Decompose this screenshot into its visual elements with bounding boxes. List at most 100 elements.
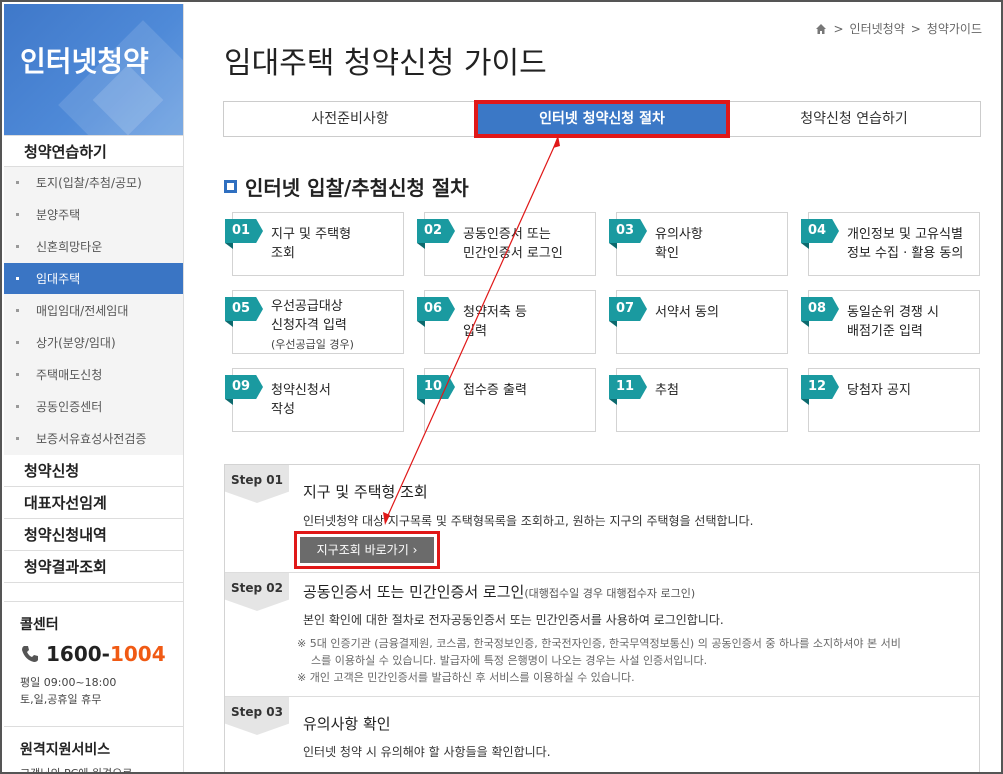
call-center-box: 콜센터 1600- 1004 평일 09:00~18:00 토,일,공휴일 휴무 <box>4 601 183 720</box>
step-badge: Step 03 <box>225 697 289 735</box>
card-line: 청약저축 등 <box>463 305 527 320</box>
card-line: 서약서 동의 <box>655 305 719 320</box>
step-note: ※ 5대 인증기관 (금융결제원, 코스콤, 한국정보인증, 한국전자인증, 한… <box>297 637 901 650</box>
card-line: 입력 <box>463 324 487 339</box>
step-02: Step 02 공동인증서 또는 민간인증서 로그인(대행접수일 경우 대행접수… <box>225 573 979 697</box>
submenu-guarantee-check[interactable]: 보증서유효성사전검증 <box>4 423 183 455</box>
card-line: 지구 및 주택형 <box>271 227 352 242</box>
tab-preparation[interactable]: 사전준비사항 <box>224 102 476 136</box>
card-number-badge: 05 <box>225 297 263 321</box>
tab-apply-procedure[interactable]: 인터넷 청약신청 절차 <box>474 100 730 138</box>
procedure-card: 10 접수증 출력 <box>417 368 596 432</box>
step-desc: 인터넷청약 대상 지구목록 및 주택형목록을 조회하고, 원하는 지구의 주택형… <box>303 514 754 528</box>
step-title: 유의사항 확인 <box>303 715 391 733</box>
home-icon[interactable] <box>815 23 827 35</box>
card-line: 작성 <box>271 402 295 417</box>
procedure-card: 04 개인정보 및 고유식별 정보 수집 · 활용 동의 <box>801 212 980 276</box>
remote-support-title: 원격지원서비스 <box>20 742 111 758</box>
guide-tabs: 사전준비사항 인터넷 청약신청 절차 청약신청 연습하기 <box>223 100 981 138</box>
breadcrumb-current: 청약가이드 <box>926 22 982 36</box>
call-center-number: 1600- 1004 <box>20 642 167 666</box>
card-line: 당첨자 공지 <box>847 383 911 398</box>
card-line: 동일순위 경쟁 시 <box>847 305 939 320</box>
window-frame: 인터넷청약 청약연습하기 토지(입찰/추첨/공모) 분양주택 신혼희망타운 임대… <box>0 0 1003 774</box>
step-title: 지구 및 주택형 조회 <box>303 483 428 501</box>
remote-support-desc: 고객님의 PC에 원격으로 <box>20 767 133 774</box>
main-content: > 인터넷청약 > 청약가이드 임대주택 청약신청 가이드 사전준비사항 인터넷… <box>198 4 1001 772</box>
submenu-land[interactable]: 토지(입찰/추첨/공모) <box>4 167 183 199</box>
card-line: 확인 <box>655 246 679 261</box>
sidebar-title: 인터넷청약 <box>20 45 149 78</box>
step-desc: 인터넷 청약 시 유의해야 할 사항들을 확인합니다. <box>303 745 551 759</box>
step-note: ※ 개인 고객은 민간인증서를 발급하신 후 서비스를 이용하실 수 있습니다. <box>297 671 635 684</box>
district-lookup-button-label: 지구조회 바로가기 › <box>300 537 434 563</box>
step-03: Step 03 유의사항 확인 인터넷 청약 시 유의해야 할 사항들을 확인합… <box>225 697 979 772</box>
breadcrumb-separator: > <box>910 21 921 36</box>
section-title-text: 인터넷 입찰/추첨신청 절차 <box>245 176 469 200</box>
submenu-rental-housing[interactable]: 임대주택 <box>4 263 183 295</box>
card-number-badge: 11 <box>609 375 647 399</box>
call-number-prefix: 1600- <box>46 642 110 666</box>
call-hours: 평일 09:00~18:00 토,일,공휴일 휴무 <box>20 674 167 708</box>
breadcrumb-separator: > <box>833 21 844 36</box>
card-line: 배점기준 입력 <box>847 324 923 339</box>
card-number-badge: 07 <box>609 297 647 321</box>
menu-practice[interactable]: 청약연습하기 <box>4 135 183 167</box>
procedure-card: 01 지구 및 주택형조회 <box>225 212 404 276</box>
step-title: 공동인증서 또는 민간인증서 로그인(대행접수일 경우 대행접수자 로그인) <box>303 581 695 602</box>
procedure-card: 08 동일순위 경쟁 시배점기준 입력 <box>801 290 980 354</box>
steps-box: Step 01 지구 및 주택형 조회 인터넷청약 대상 지구목록 및 주택형목… <box>224 464 980 772</box>
card-line: 정보 수집 · 활용 동의 <box>847 246 964 261</box>
sidebar: 인터넷청약 청약연습하기 토지(입찰/추첨/공모) 분양주택 신혼희망타운 임대… <box>4 4 184 774</box>
step-01: Step 01 지구 및 주택형 조회 인터넷청약 대상 지구목록 및 주택형목… <box>225 465 979 573</box>
card-line: 개인정보 및 고유식별 <box>847 227 963 242</box>
procedure-card: 06 청약저축 등 입력 <box>417 290 596 354</box>
submenu-newlywed-town[interactable]: 신혼희망타운 <box>4 231 183 263</box>
district-lookup-button[interactable]: 지구조회 바로가기 › <box>294 531 440 569</box>
step-note: 스를 이용하실 수 있습니다. 발급자에 특정 은행명이 나오는 경우는 사설 … <box>311 654 708 667</box>
page-title: 임대주택 청약신청 가이드 <box>224 46 547 81</box>
call-center-label: 콜센터 <box>20 617 59 633</box>
card-number-badge: 01 <box>225 219 263 243</box>
card-line: 유의사항 <box>655 227 703 242</box>
submenu-purchase-rental[interactable]: 매입임대/전세임대 <box>4 295 183 327</box>
menu-representative[interactable]: 대표자선임계 <box>4 487 183 519</box>
square-bullet-icon <box>224 180 237 193</box>
card-note: (우선공급일 경우) <box>271 338 354 351</box>
tab-apply-practice[interactable]: 청약신청 연습하기 <box>728 102 980 136</box>
card-number-badge: 08 <box>801 297 839 321</box>
sidebar-hero: 인터넷청약 <box>4 4 183 135</box>
card-line: 공동인증서 또는 <box>463 227 551 242</box>
call-number-suffix: 1004 <box>109 642 166 666</box>
card-line: 우선공급대상 <box>271 299 343 314</box>
card-line: 조회 <box>271 246 295 261</box>
section-title: 인터넷 입찰/추첨신청 절차 <box>224 172 469 201</box>
menu-apply[interactable]: 청약신청 <box>4 455 183 487</box>
submenu-sale-housing[interactable]: 분양주택 <box>4 199 183 231</box>
card-line: 추첨 <box>655 383 679 398</box>
card-number-badge: 03 <box>609 219 647 243</box>
submenu-commercial[interactable]: 상가(분양/임대) <box>4 327 183 359</box>
procedure-card: 05 우선공급대상신청자격 입력 (우선공급일 경우) <box>225 290 404 354</box>
call-hours-weekend: 토,일,공휴일 휴무 <box>20 693 102 706</box>
step-badge: Step 01 <box>225 465 289 503</box>
card-number-badge: 02 <box>417 219 455 243</box>
step-badge: Step 02 <box>225 573 289 611</box>
submenu-cert-center[interactable]: 공동인증센터 <box>4 391 183 423</box>
procedure-card: 11 추첨 <box>609 368 788 432</box>
menu-apply-history[interactable]: 청약신청내역 <box>4 519 183 551</box>
remote-support-box[interactable]: 원격지원서비스 고객님의 PC에 원격으로 <box>4 726 183 774</box>
procedure-card: 07 서약서 동의 <box>609 290 788 354</box>
procedure-card: 12 당첨자 공지 <box>801 368 980 432</box>
card-line: 신청자격 입력 <box>271 318 347 333</box>
step-title-note: (대행접수일 경우 대행접수자 로그인) <box>524 587 696 600</box>
procedure-card: 09 청약신청서 작성 <box>225 368 404 432</box>
card-line: 접수증 출력 <box>463 383 527 398</box>
procedure-card: 02 공동인증서 또는 민간인증서 로그인 <box>417 212 596 276</box>
breadcrumb: > 인터넷청약 > 청약가이드 <box>815 20 982 37</box>
submenu-home-sell[interactable]: 주택매도신청 <box>4 359 183 391</box>
card-number-badge: 12 <box>801 375 839 399</box>
breadcrumb-item[interactable]: 인터넷청약 <box>850 20 905 37</box>
procedure-card: 03 유의사항확인 <box>609 212 788 276</box>
menu-result[interactable]: 청약결과조회 <box>4 551 183 583</box>
